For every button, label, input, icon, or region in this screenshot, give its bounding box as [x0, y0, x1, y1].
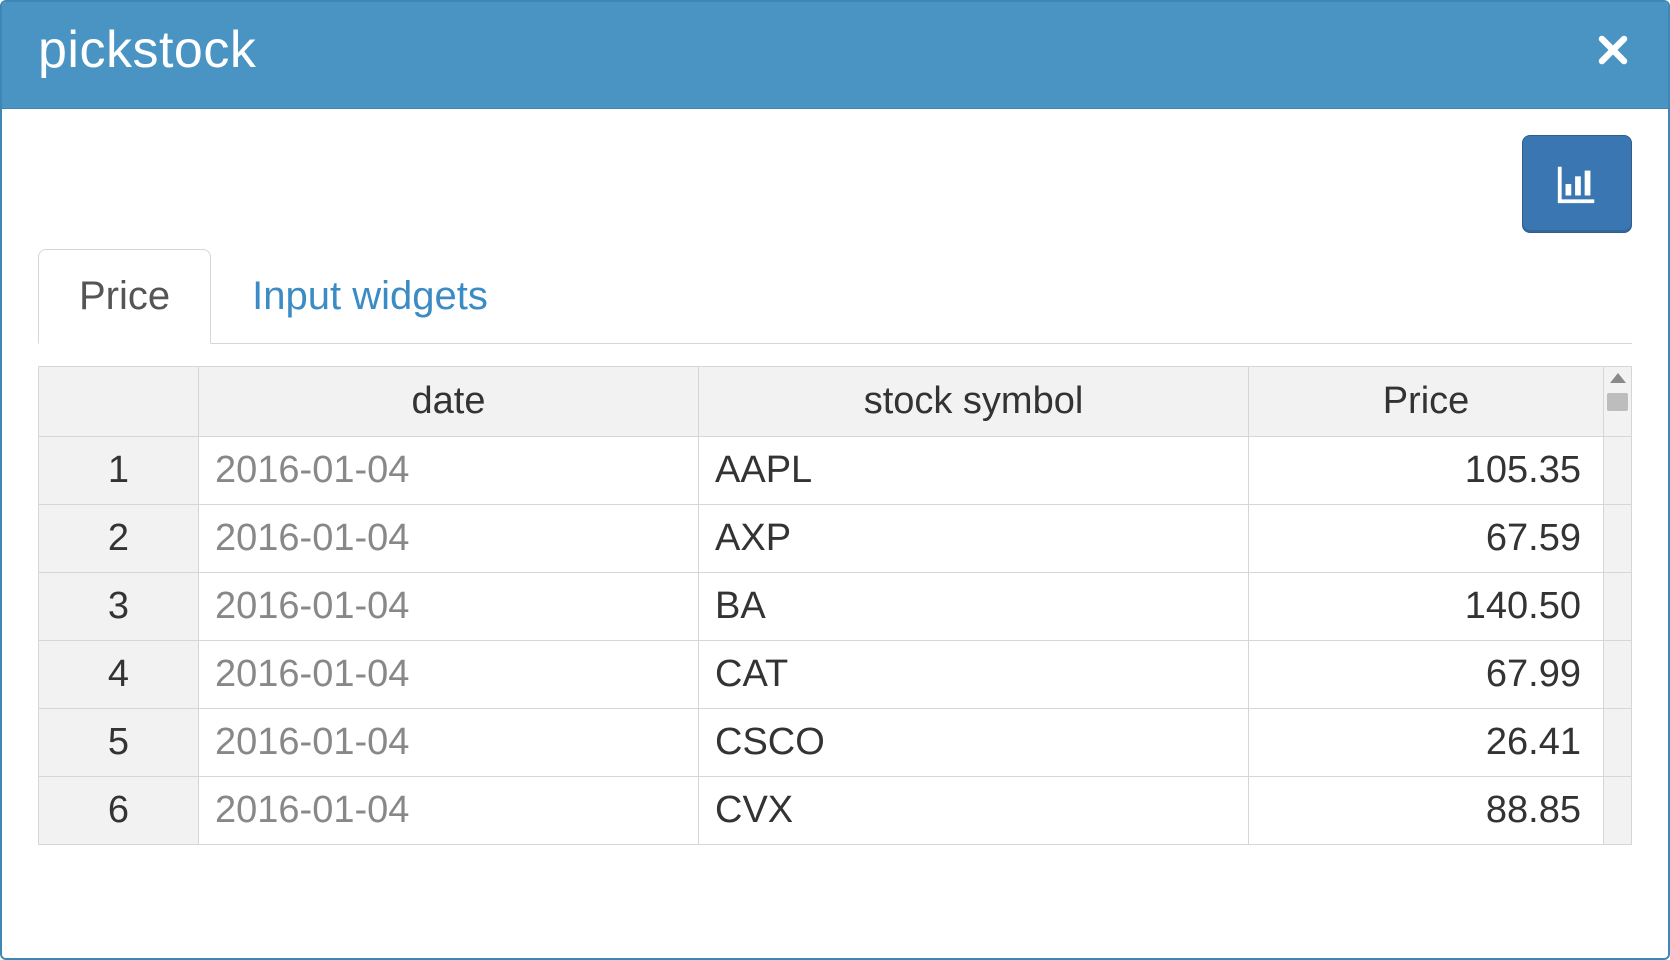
col-header-date[interactable]: date [199, 367, 699, 437]
scroll-thumb[interactable] [1607, 393, 1628, 411]
table-row[interactable]: 12016-01-04AAPL105.35 [39, 437, 1632, 505]
scrollbar-track[interactable] [1604, 573, 1632, 641]
row-number: 4 [39, 641, 199, 709]
table-row[interactable]: 42016-01-04CAT67.99 [39, 641, 1632, 709]
cell-price[interactable]: 88.85 [1249, 777, 1604, 845]
scrollbar-track[interactable] [1604, 777, 1632, 845]
bar-chart-icon [1554, 161, 1600, 207]
table-header-row: date stock symbol Price [39, 367, 1632, 437]
cell-price[interactable]: 140.50 [1249, 573, 1604, 641]
panel-title: pickstock [38, 20, 256, 80]
table-row[interactable]: 32016-01-04BA140.50 [39, 573, 1632, 641]
cell-date[interactable]: 2016-01-04 [199, 777, 699, 845]
cell-symbol[interactable]: CAT [699, 641, 1249, 709]
scroll-up-icon [1610, 373, 1626, 383]
cell-price[interactable]: 67.59 [1249, 505, 1604, 573]
col-header-price[interactable]: Price [1249, 367, 1604, 437]
col-header-symbol[interactable]: stock symbol [699, 367, 1249, 437]
close-button[interactable] [1594, 24, 1632, 76]
col-header-rownum[interactable] [39, 367, 199, 437]
panel-header: pickstock [2, 2, 1668, 109]
row-number: 2 [39, 505, 199, 573]
tab-price[interactable]: Price [38, 249, 211, 344]
panel: pickstock Price Input widgets [0, 0, 1670, 960]
tabs: Price Input widgets [38, 249, 1632, 344]
scrollbar-track[interactable] [1604, 437, 1632, 505]
scrollbar-track[interactable] [1604, 709, 1632, 777]
toolbar [38, 135, 1632, 233]
cell-symbol[interactable]: AXP [699, 505, 1249, 573]
cell-date[interactable]: 2016-01-04 [199, 573, 699, 641]
scrollbar-track[interactable] [1604, 641, 1632, 709]
tab-input-widgets[interactable]: Input widgets [211, 249, 529, 344]
row-number: 1 [39, 437, 199, 505]
cell-date[interactable]: 2016-01-04 [199, 641, 699, 709]
chart-button[interactable] [1522, 135, 1632, 233]
cell-symbol[interactable]: AAPL [699, 437, 1249, 505]
scrollbar[interactable] [1604, 367, 1632, 437]
cell-date[interactable]: 2016-01-04 [199, 709, 699, 777]
cell-symbol[interactable]: CVX [699, 777, 1249, 845]
data-grid: date stock symbol Price 12016-01-04AAPL1… [38, 366, 1632, 845]
cell-price[interactable]: 105.35 [1249, 437, 1604, 505]
cell-date[interactable]: 2016-01-04 [199, 505, 699, 573]
table-row[interactable]: 22016-01-04AXP67.59 [39, 505, 1632, 573]
row-number: 3 [39, 573, 199, 641]
cell-date[interactable]: 2016-01-04 [199, 437, 699, 505]
table-row[interactable]: 62016-01-04CVX88.85 [39, 777, 1632, 845]
row-number: 6 [39, 777, 199, 845]
row-number: 5 [39, 709, 199, 777]
panel-body: Price Input widgets date stock symbol Pr… [2, 109, 1668, 958]
cell-price[interactable]: 26.41 [1249, 709, 1604, 777]
close-icon [1594, 31, 1632, 69]
cell-symbol[interactable]: BA [699, 573, 1249, 641]
table-row[interactable]: 52016-01-04CSCO26.41 [39, 709, 1632, 777]
scrollbar-track[interactable] [1604, 505, 1632, 573]
cell-price[interactable]: 67.99 [1249, 641, 1604, 709]
cell-symbol[interactable]: CSCO [699, 709, 1249, 777]
